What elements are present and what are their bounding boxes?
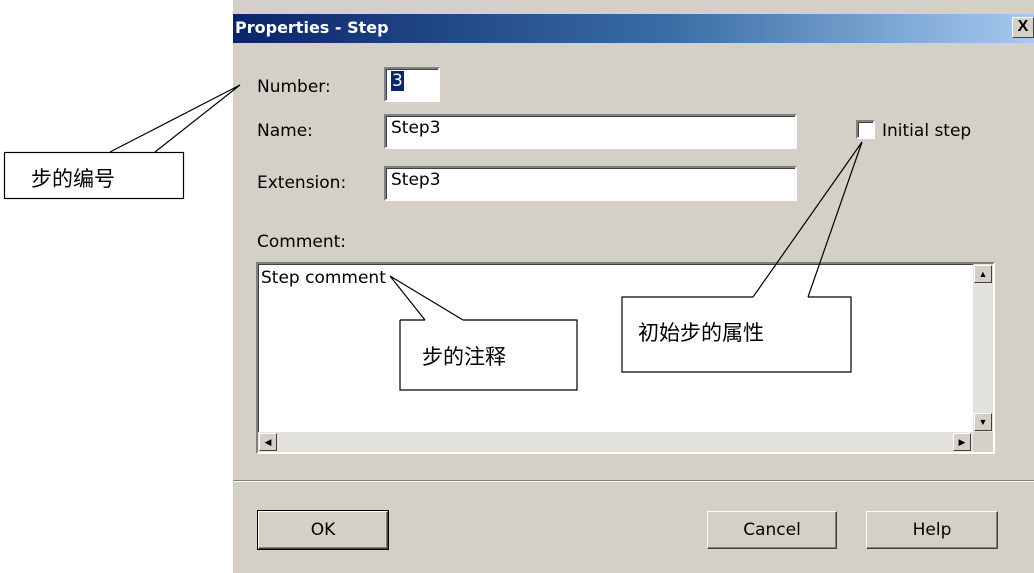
callout-lines [3, 84, 863, 391]
callout-step-comment-border [399, 319, 578, 391]
callout-initial-step-pointer [752, 141, 863, 298]
callout-step-number-pointer [109, 84, 241, 153]
callout-step-comment-pointer [389, 275, 464, 321]
callout-initial-step-border [621, 296, 852, 373]
callout-step-number-border [3, 151, 185, 200]
